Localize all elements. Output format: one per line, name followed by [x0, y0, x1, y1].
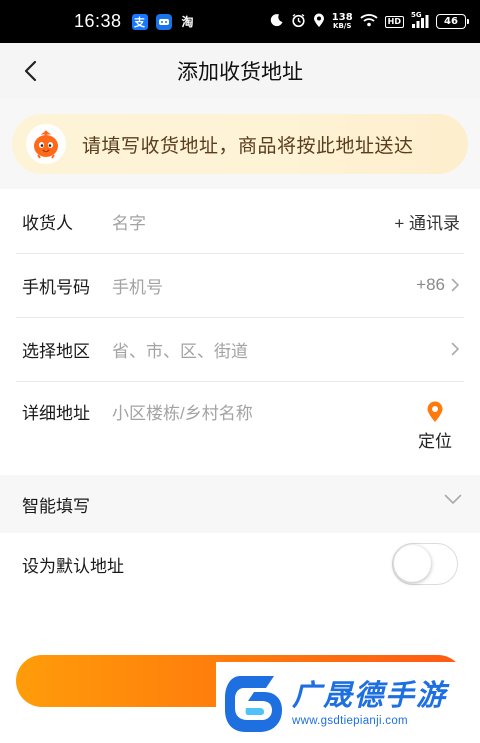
address-detail-input[interactable]: 小区楼栋/乡村名称: [112, 399, 253, 424]
locate-button[interactable]: 定位: [410, 401, 460, 452]
taobao-icon: 淘: [181, 15, 194, 29]
region-selector[interactable]: 省、市、区、街道: [112, 337, 248, 362]
network-speed: 138 KB/S: [331, 11, 353, 30]
address-detail-label: 详细地址: [22, 404, 90, 423]
location-pin-icon: [427, 401, 443, 422]
phone-label: 手机号码: [22, 277, 90, 297]
recipient-label: 收货人: [22, 213, 73, 233]
page-title: 添加收货地址: [177, 61, 303, 84]
phone-row: 手机号码 手机号 +86: [0, 253, 480, 317]
watermark: 广晟德手游 www.gsdtiepianji.com: [216, 662, 480, 743]
wifi-icon: [360, 13, 378, 30]
country-code-text: +86: [416, 275, 445, 294]
country-code-selector[interactable]: +86: [416, 253, 460, 317]
smart-fill-label: 智能填写: [22, 496, 90, 516]
watermark-title: 广晟德手游: [292, 679, 448, 712]
battery-indicator: 46: [436, 14, 469, 29]
moon-icon: [270, 13, 284, 30]
locate-label: 定位: [418, 432, 452, 451]
region-row[interactable]: 选择地区 省、市、区、街道: [0, 317, 480, 381]
signal-icon: 5G: [411, 11, 429, 28]
default-address-label: 设为默认地址: [22, 556, 124, 576]
address-notice-banner: 请填写收货地址，商品将按此地址送达: [12, 114, 468, 174]
address-form: 收货人 名字 + 通讯录 手机号码 手机号 +86 选择地区 省、市、区、街道 …: [0, 189, 480, 477]
status-bar: 16:38 支 淘 138 KB/S HD 5G 46: [0, 0, 480, 43]
toggle-knob: [394, 545, 431, 582]
status-time: 16:38: [74, 11, 122, 31]
back-button[interactable]: [16, 57, 44, 85]
address-detail-row: 详细地址 小区楼栋/乡村名称 定位: [0, 381, 480, 477]
smart-fill-row[interactable]: 智能填写: [0, 475, 480, 533]
phone-input[interactable]: 手机号: [112, 273, 163, 298]
watermark-logo-icon: [225, 675, 282, 732]
hd-badge: HD: [384, 15, 404, 28]
region-label: 选择地区: [22, 341, 90, 361]
recipient-row: 收货人 名字 + 通讯录: [0, 189, 480, 253]
chevron-right-icon: [451, 278, 460, 292]
tmall-icon: [155, 13, 172, 30]
chevron-right-icon: [451, 342, 460, 356]
recipient-name-input[interactable]: 名字: [112, 209, 146, 234]
default-address-toggle[interactable]: [392, 543, 458, 585]
mascot-icon: [26, 124, 66, 164]
notice-area: 请填写收货地址，商品将按此地址送达: [0, 99, 480, 189]
chevron-down-icon: [444, 494, 462, 505]
contacts-button[interactable]: + 通讯录: [394, 189, 460, 253]
alarm-icon: [291, 13, 306, 31]
notice-text: 请填写收货地址，商品将按此地址送达: [82, 135, 414, 157]
location-status-icon: [313, 13, 325, 31]
watermark-url: www.gsdtiepianji.com: [292, 714, 408, 727]
chevron-left-icon: [24, 60, 37, 82]
alipay-icon: 支: [131, 13, 148, 30]
default-address-row: 设为默认地址: [0, 533, 480, 595]
nav-bar: 添加收货地址: [0, 43, 480, 99]
